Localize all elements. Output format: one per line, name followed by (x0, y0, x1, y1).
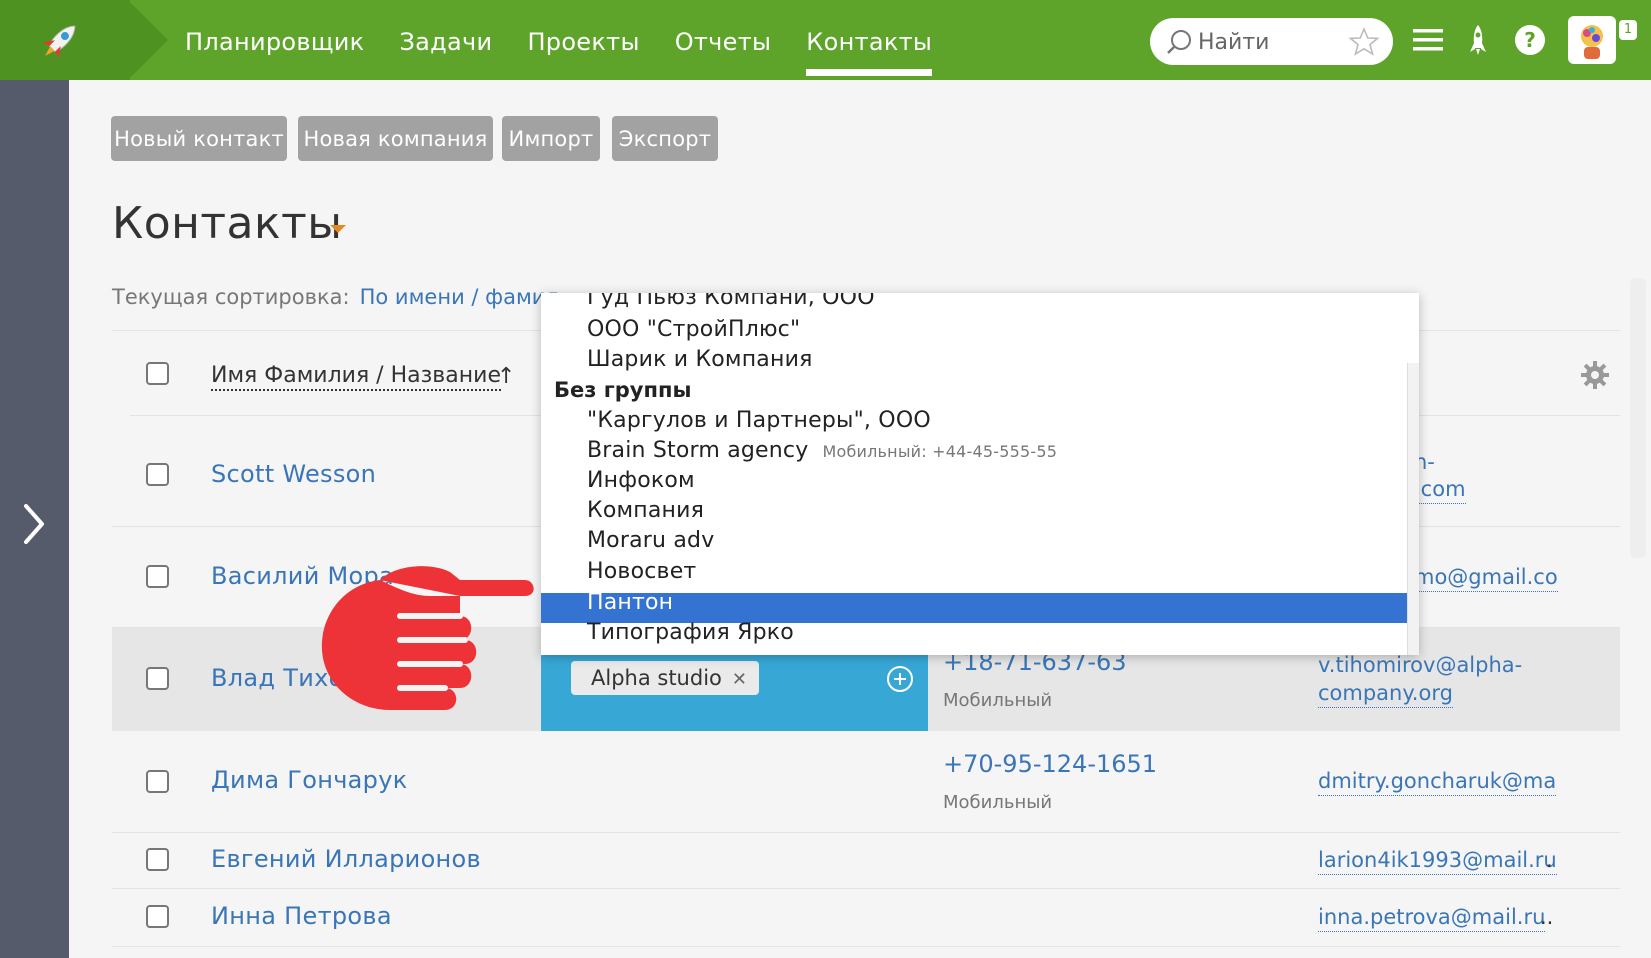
search-input[interactable] (1198, 26, 1343, 58)
nav-planner[interactable]: Планировщик (185, 0, 364, 80)
dropdown-group-header: Без группы (554, 378, 692, 402)
row-checkbox[interactable] (146, 667, 169, 690)
chevron-right-icon[interactable] (18, 500, 50, 548)
dropdown-option[interactable]: ООО "СтройПлюс" (587, 317, 800, 342)
avatar[interactable] (1568, 16, 1616, 64)
dropdown-option[interactable]: Компания (587, 498, 704, 523)
phone-type: Мобильный (943, 690, 1053, 711)
nav-reports[interactable]: Отчеты (675, 0, 772, 80)
contact-name-link[interactable]: Дима Гончарук (211, 766, 408, 794)
contact-name-link[interactable]: Евгений Илларионов (211, 845, 481, 873)
main-nav: Планировщик Задачи Проекты Отчеты Контак… (185, 0, 967, 80)
row-checkbox[interactable] (146, 905, 169, 928)
dropdown-option[interactable]: Moraru adv (587, 528, 714, 553)
contact-email-link[interactable]: mo@gmail.co (1414, 563, 1558, 592)
search-box[interactable] (1150, 18, 1393, 65)
contact-email-link[interactable]: dmitry.goncharuk@ma (1318, 767, 1557, 796)
logo-notch (128, 0, 168, 80)
dropdown-option[interactable]: Шарик и Компания (587, 347, 813, 372)
dropdown-option[interactable]: Типография Ярко (587, 620, 794, 645)
dropdown-option-label: Brain Storm agency (587, 438, 809, 463)
email-suffix: . (1546, 848, 1553, 872)
page-title: Контакты (112, 198, 343, 249)
notification-badge: 1 (1619, 20, 1637, 40)
dropdown-option-sub: Мобильный: +44-45-555-55 (822, 442, 1058, 461)
contact-email-link[interactable]: inna.petrova@mail.ru (1318, 903, 1546, 932)
rocket-icon (43, 25, 76, 58)
sort-link[interactable]: По имени / фамил (360, 285, 559, 309)
top-bar: Планировщик Задачи Проекты Отчеты Контак… (0, 0, 1651, 80)
sort-arrow-icon[interactable]: ↑ (497, 364, 515, 389)
dropdown-option-selected-label[interactable]: Пантон (587, 590, 673, 615)
phone-type: Мобильный (943, 792, 1053, 813)
search-icon (1167, 30, 1191, 54)
contact-email-link[interactable]: v.tihomirov@alpha- (1318, 651, 1522, 679)
contact-phone: +70-95-124-1651 (943, 750, 1158, 778)
logo-area[interactable] (0, 0, 130, 80)
sort-row: Текущая сортировка: По имени / фамил (112, 285, 559, 309)
sort-label: Текущая сортировка: (112, 285, 350, 309)
dropdown-scrollbar[interactable] (1407, 363, 1419, 655)
contact-email-link[interactable]: .com (1414, 475, 1466, 504)
gear-icon[interactable] (1580, 360, 1610, 390)
contact-name-link[interactable]: Scott Wesson (211, 460, 376, 488)
new-company-button[interactable]: Новая компания (298, 116, 493, 161)
nav-contacts[interactable]: Контакты (806, 0, 933, 80)
avatar-image (1581, 25, 1603, 59)
company-tag: Alpha studio ✕ (571, 661, 759, 695)
star-icon[interactable] (1349, 27, 1379, 57)
dropdown-option[interactable]: "Каргулов и Партнеры", ООО (587, 408, 931, 433)
add-circle-icon[interactable] (886, 665, 914, 693)
svg-text:?: ? (1524, 28, 1536, 52)
email-suffix: .. (1540, 905, 1554, 929)
dropdown-option[interactable]: Инфоком (587, 468, 695, 493)
import-button[interactable]: Импорт (502, 116, 600, 161)
row-checkbox[interactable] (146, 565, 169, 588)
row-checkbox[interactable] (146, 770, 169, 793)
contact-email-link[interactable]: company.org (1318, 679, 1453, 708)
title-dropdown-caret[interactable] (330, 225, 346, 233)
left-sidebar (0, 80, 69, 958)
nav-tasks[interactable]: Задачи (399, 0, 492, 80)
contact-email-link[interactable]: larion4ik1993@mail.ru (1318, 846, 1557, 875)
divider (112, 888, 1620, 889)
contact-name-link[interactable]: Инна Петрова (211, 902, 392, 930)
dropdown-option[interactable]: Гуд Пьюз Компани, ООО (587, 293, 875, 310)
column-header-name[interactable]: Имя Фамилия / Название (211, 363, 501, 391)
dropdown-option[interactable]: Новосвет (587, 559, 696, 584)
row-checkbox[interactable] (146, 463, 169, 486)
new-contact-button[interactable]: Новый контакт (111, 116, 287, 161)
close-icon[interactable]: ✕ (732, 669, 747, 690)
export-button[interactable]: Экспорт (612, 116, 718, 161)
company-tag-label: Alpha studio (591, 666, 722, 690)
row-checkbox[interactable] (146, 848, 169, 871)
nav-projects[interactable]: Проекты (527, 0, 639, 80)
pointing-hand-icon (321, 566, 534, 710)
launch-icon[interactable] (1460, 22, 1496, 58)
dropdown-option[interactable]: Brain Storm agency Мобильный: +44-45-555-… (587, 438, 1057, 463)
divider (112, 946, 1620, 947)
company-dropdown[interactable]: Гуд Пьюз Компани, ООО ООО "СтройПлюс" Ша… (541, 293, 1419, 655)
divider (112, 832, 1620, 833)
menu-icon[interactable] (1410, 22, 1446, 58)
page-scrollbar[interactable] (1630, 278, 1646, 558)
help-icon[interactable]: ? (1512, 22, 1548, 58)
select-all-checkbox[interactable] (146, 362, 169, 385)
